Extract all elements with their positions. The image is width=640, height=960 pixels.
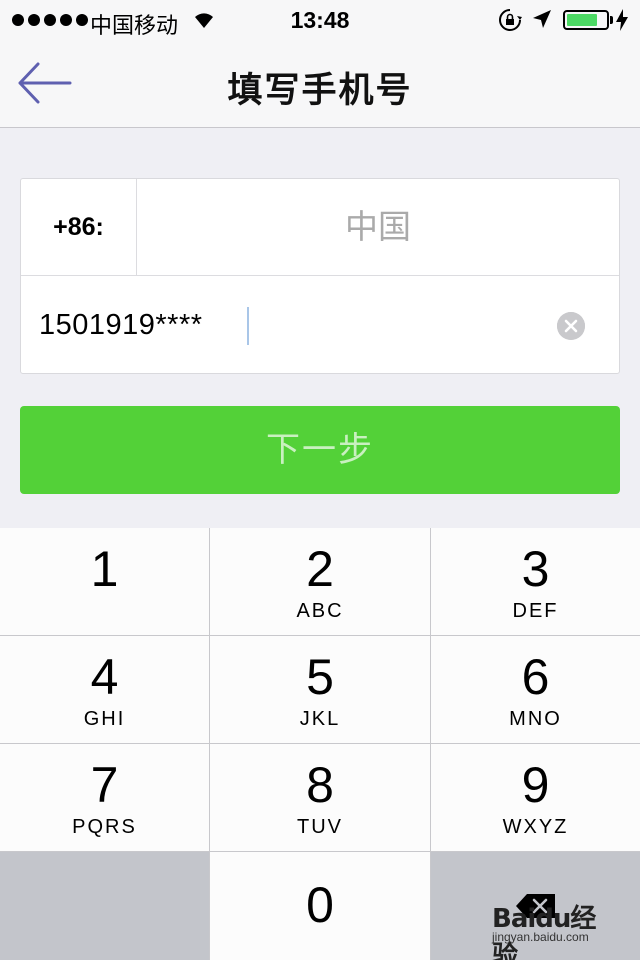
- phone-form: +86: 中国: [20, 178, 620, 374]
- key-digit: 8: [306, 757, 334, 813]
- page-title: 填写手机号: [227, 71, 413, 111]
- key-9[interactable]: 9 WXYZ: [431, 744, 640, 851]
- key-letters: JKL: [299, 708, 341, 730]
- watermark-brand: Baidu经验: [492, 904, 596, 960]
- key-5[interactable]: 5 JKL: [210, 636, 430, 743]
- key-digit: 2: [306, 541, 334, 597]
- key-digit: 9: [521, 757, 550, 813]
- country-row: +86: 中国: [21, 179, 619, 276]
- key-letters: GHI: [83, 708, 126, 730]
- location-arrow-icon: [532, 9, 552, 35]
- key-digit: 7: [90, 757, 119, 813]
- key-2[interactable]: 2 ABC: [210, 528, 430, 635]
- key-letters: TUV: [297, 816, 343, 838]
- key-digit: 5: [306, 649, 334, 705]
- key-0[interactable]: 0: [210, 852, 430, 960]
- country-code[interactable]: +86:: [21, 179, 137, 275]
- charging-bolt-icon: [616, 9, 628, 37]
- battery-icon: [563, 10, 609, 30]
- status-bar: 中国移动 13:48: [0, 0, 640, 40]
- clear-circle-icon[interactable]: [557, 312, 585, 340]
- key-4[interactable]: 4 GHI: [0, 636, 209, 743]
- key-6[interactable]: 6 MNO: [431, 636, 640, 743]
- key-letters: ABC: [296, 600, 344, 622]
- key-digit: 6: [521, 649, 550, 705]
- next-button[interactable]: 下一步: [20, 406, 620, 494]
- key-letters: WXYZ: [502, 816, 569, 838]
- key-letters: DEF: [512, 600, 559, 622]
- key-3[interactable]: 3 DEF: [431, 528, 640, 635]
- nav-bar: 填写手机号: [0, 40, 640, 128]
- rotation-lock-icon: [498, 8, 522, 38]
- phone-number-input[interactable]: [39, 297, 539, 353]
- baidu-watermark: Baidu经验 jingyan.baidu.com: [488, 890, 618, 960]
- key-blank: [0, 852, 209, 960]
- watermark-url: jingyan.baidu.com: [492, 930, 589, 944]
- text-caret: [247, 307, 249, 345]
- key-digit: 0: [306, 877, 334, 933]
- key-digit: 4: [90, 649, 119, 705]
- key-letters: PQRS: [72, 816, 137, 838]
- key-letters: MNO: [509, 708, 562, 730]
- key-7[interactable]: 7 PQRS: [0, 744, 209, 851]
- key-8[interactable]: 8 TUV: [210, 744, 430, 851]
- country-selector[interactable]: 中国: [137, 179, 619, 275]
- key-1[interactable]: 1: [0, 528, 209, 635]
- key-digit: 1: [90, 541, 119, 597]
- phone-screen: 中国移动 13:48 填写手机号 +86: 中国 1501919**** 下一步…: [0, 0, 640, 960]
- key-digit: 3: [521, 541, 550, 597]
